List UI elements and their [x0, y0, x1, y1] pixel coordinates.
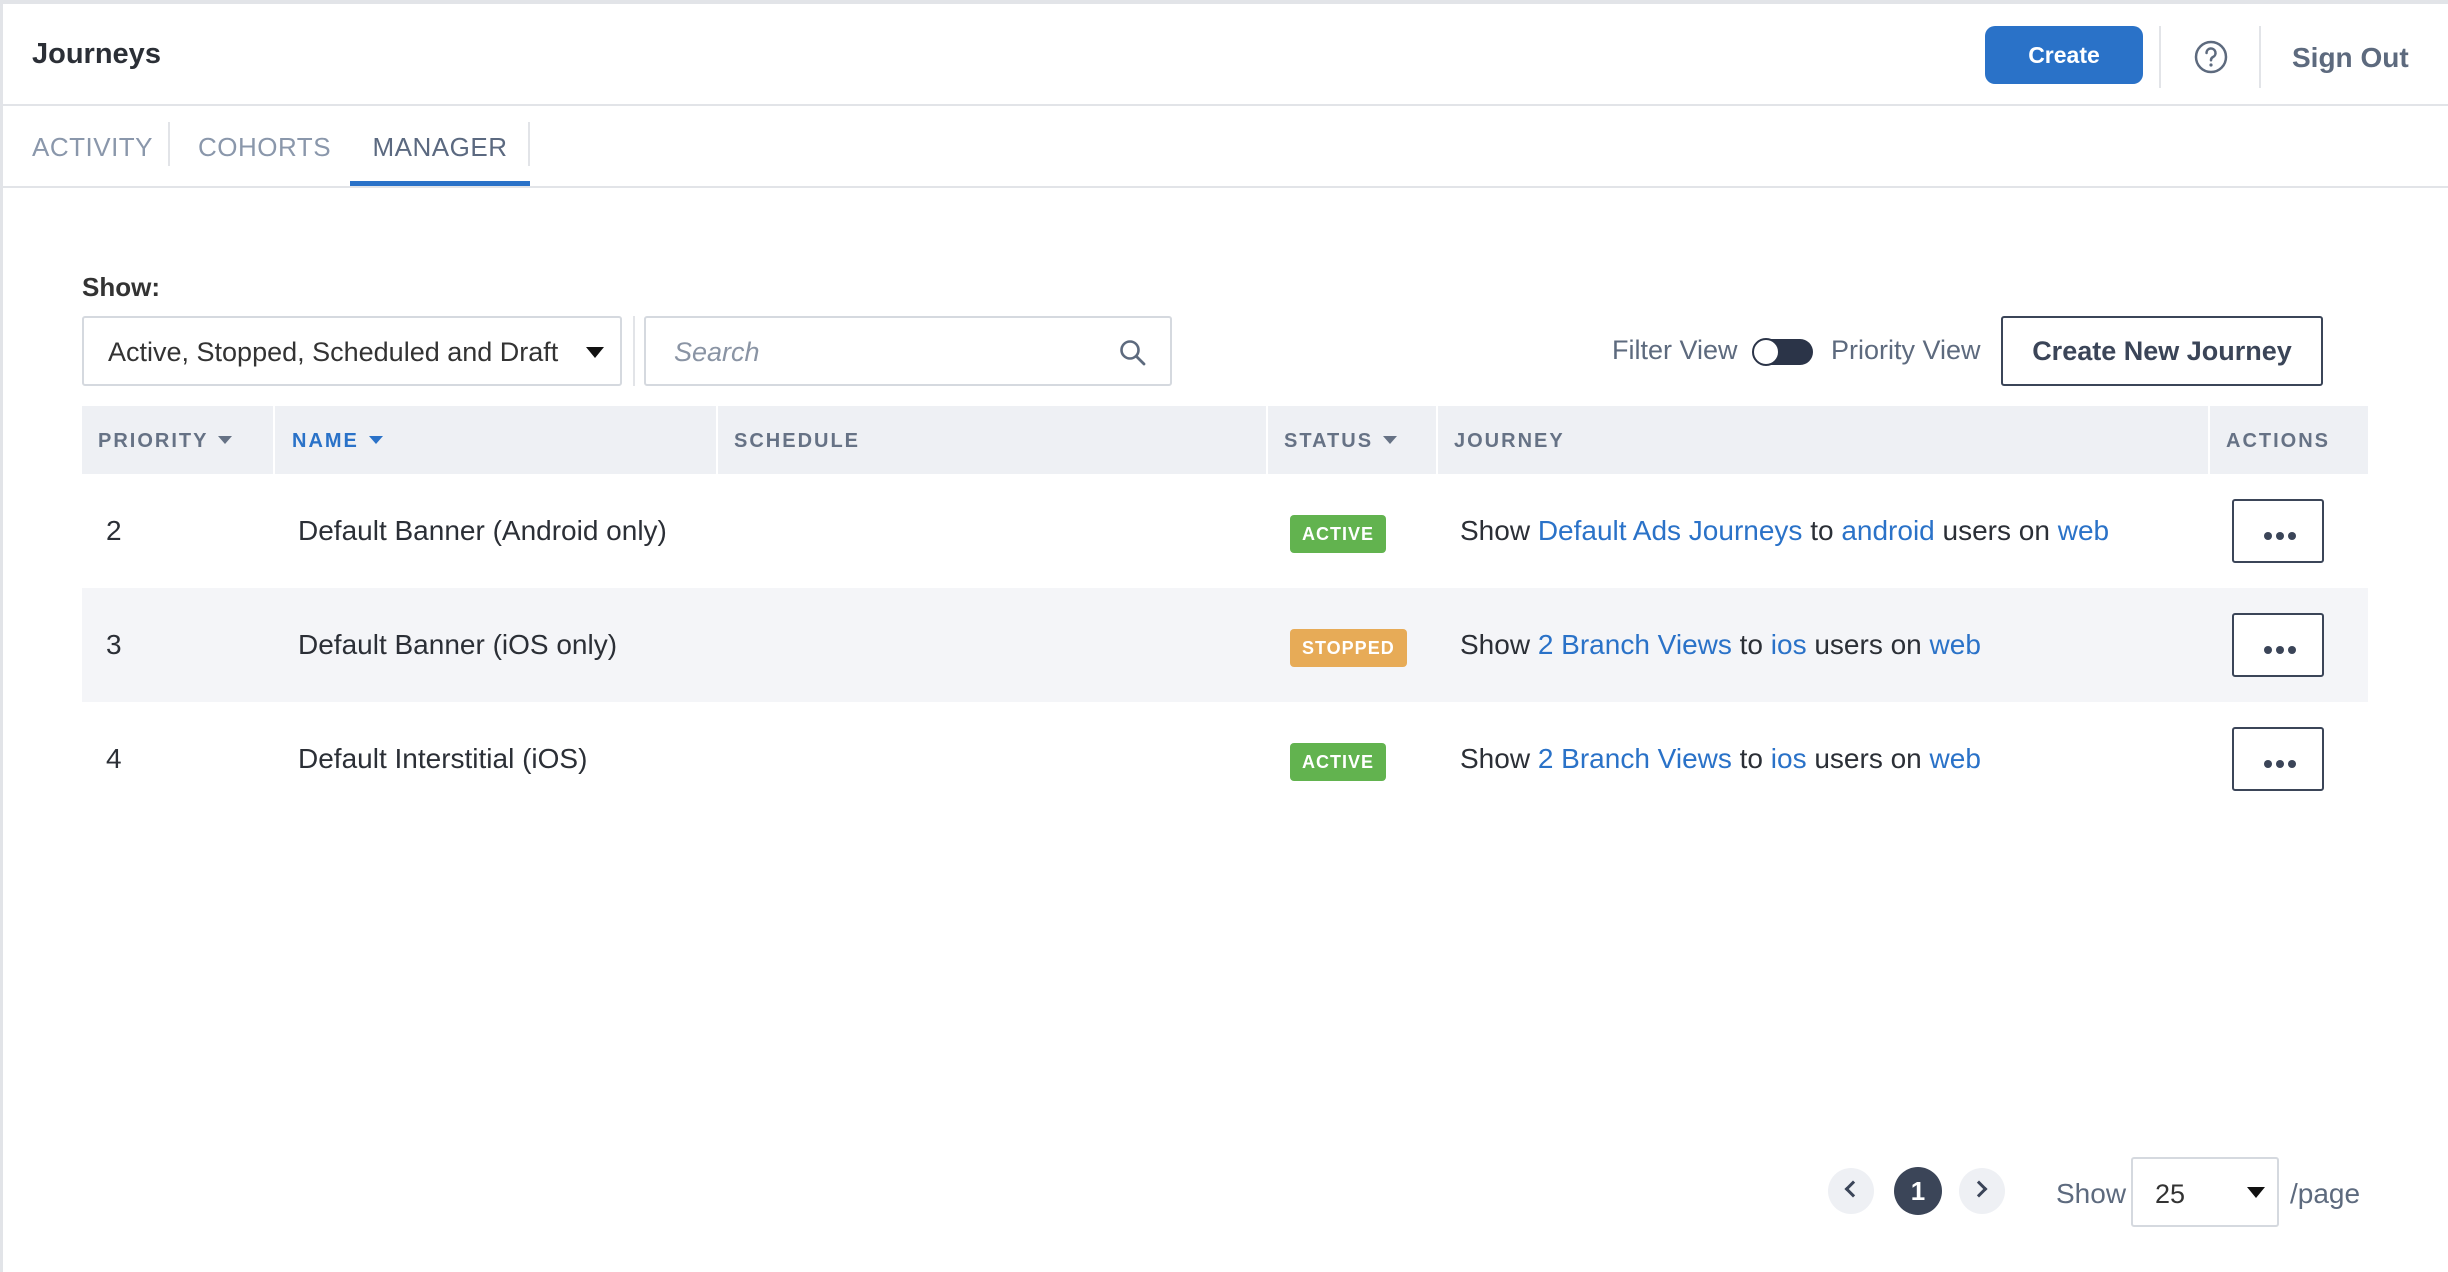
tab-bar: ACTIVITY COHORTS MANAGER — [0, 106, 2448, 188]
column-divider — [1266, 406, 1268, 474]
create-button[interactable]: Create — [1985, 26, 2143, 84]
create-new-journey-button[interactable]: Create New Journey — [2001, 316, 2323, 386]
tab-activity[interactable]: ACTIVITY — [32, 106, 153, 186]
top-header: Journeys Create Sign Out — [0, 4, 2448, 106]
journey-target-link[interactable]: 2 Branch Views — [1538, 629, 1732, 660]
priority-view-label: Priority View — [1831, 335, 1981, 365]
status-badge: ACTIVE — [1290, 743, 1387, 781]
column-header-name[interactable]: NAME — [292, 430, 383, 453]
column-header-journey: JOURNEY — [1454, 430, 1565, 452]
cell-name: Default Banner (iOS only) — [298, 629, 618, 660]
cell-priority: 3 — [106, 629, 122, 660]
column-header-priority[interactable]: PRIORITY — [98, 430, 233, 453]
table-header: PRIORITY NAME SCHEDULE STATUS JOURNEY AC… — [82, 406, 2368, 474]
header-divider — [2159, 26, 2161, 88]
journey-audience-link[interactable]: ios — [1771, 743, 1807, 774]
search-icon[interactable] — [1118, 338, 1148, 368]
prev-page-button[interactable] — [1828, 1168, 1874, 1214]
journey-target-link[interactable]: 2 Branch Views — [1538, 743, 1732, 774]
column-divider — [1436, 406, 1438, 474]
column-divider — [2208, 406, 2210, 474]
sort-caret-icon — [218, 435, 233, 444]
caret-down-icon — [586, 347, 604, 358]
cell-journey: Show 2 Branch Views to ios users on web — [1460, 629, 1981, 660]
next-page-button[interactable] — [1959, 1168, 2005, 1214]
more-horizontal-icon — [2264, 642, 2300, 657]
tab-manager[interactable]: MANAGER — [350, 106, 530, 186]
status-filter-select[interactable]: Active, Stopped, Scheduled and Draft — [82, 316, 622, 386]
cell-name: Default Interstitial (iOS) — [298, 743, 588, 774]
more-horizontal-icon — [2264, 528, 2300, 543]
page-title: Journeys — [32, 38, 161, 70]
table-row[interactable]: 2 Default Banner (Android only) ACTIVE S… — [82, 474, 2368, 588]
cell-journey: Show 2 Branch Views to ios users on web — [1460, 743, 1981, 774]
chevron-right-icon — [1970, 1180, 1988, 1198]
tab-divider — [528, 122, 530, 166]
column-divider — [716, 406, 718, 474]
journey-audience-link[interactable]: ios — [1771, 629, 1807, 660]
page-size-suffix: /page — [2290, 1178, 2361, 1209]
sort-caret-icon — [368, 435, 383, 444]
show-filter-label: Show: — [82, 272, 160, 302]
view-toggle-knob[interactable] — [1752, 338, 1780, 366]
header-divider — [2259, 26, 2261, 88]
cell-journey: Show Default Ads Journeys to android use… — [1460, 515, 2110, 546]
journey-platform-link[interactable]: web — [2058, 515, 2109, 546]
page-size-label: Show — [2056, 1178, 2127, 1209]
sign-out-button[interactable]: Sign Out — [2292, 42, 2409, 74]
column-divider — [273, 406, 275, 474]
page-size-select[interactable]: 25 — [2131, 1157, 2279, 1227]
status-badge: STOPPED — [1290, 629, 1407, 667]
cell-name: Default Banner (Android only) — [298, 515, 667, 546]
row-actions-button[interactable] — [2232, 499, 2324, 563]
column-header-status[interactable]: STATUS — [1284, 430, 1398, 453]
filter-view-label: Filter View — [1612, 335, 1738, 365]
cell-priority: 2 — [106, 515, 122, 546]
sort-caret-icon — [1383, 435, 1398, 444]
search-input[interactable] — [674, 334, 1094, 370]
more-horizontal-icon — [2264, 756, 2300, 771]
page-size-value: 25 — [2155, 1179, 2186, 1209]
column-header-schedule: SCHEDULE — [734, 430, 861, 452]
row-actions-button[interactable] — [2232, 727, 2324, 791]
table-row[interactable]: 3 Default Banner (iOS only) STOPPED Show… — [82, 588, 2368, 702]
current-page-indicator[interactable]: 1 — [1894, 1167, 1942, 1215]
journey-platform-link[interactable]: web — [1930, 743, 1981, 774]
tab-cohorts[interactable]: COHORTS — [198, 106, 331, 186]
journey-audience-link[interactable]: android — [1841, 515, 1934, 546]
controls-divider — [633, 316, 635, 386]
help-circle-icon[interactable] — [2193, 39, 2229, 75]
journey-target-link[interactable]: Default Ads Journeys — [1538, 515, 1803, 546]
row-actions-button[interactable] — [2232, 613, 2324, 677]
tab-divider — [168, 122, 170, 166]
table-row[interactable]: 4 Default Interstitial (iOS) ACTIVE Show… — [82, 702, 2368, 816]
search-box[interactable] — [644, 316, 1172, 386]
column-header-actions: ACTIONS — [2226, 430, 2330, 452]
status-badge: ACTIVE — [1290, 515, 1387, 553]
status-filter-value: Active, Stopped, Scheduled and Draft — [108, 337, 559, 367]
journey-platform-link[interactable]: web — [1930, 629, 1981, 660]
chevron-left-icon — [1844, 1180, 1862, 1198]
cell-priority: 4 — [106, 743, 122, 774]
caret-down-icon — [2247, 1187, 2265, 1198]
